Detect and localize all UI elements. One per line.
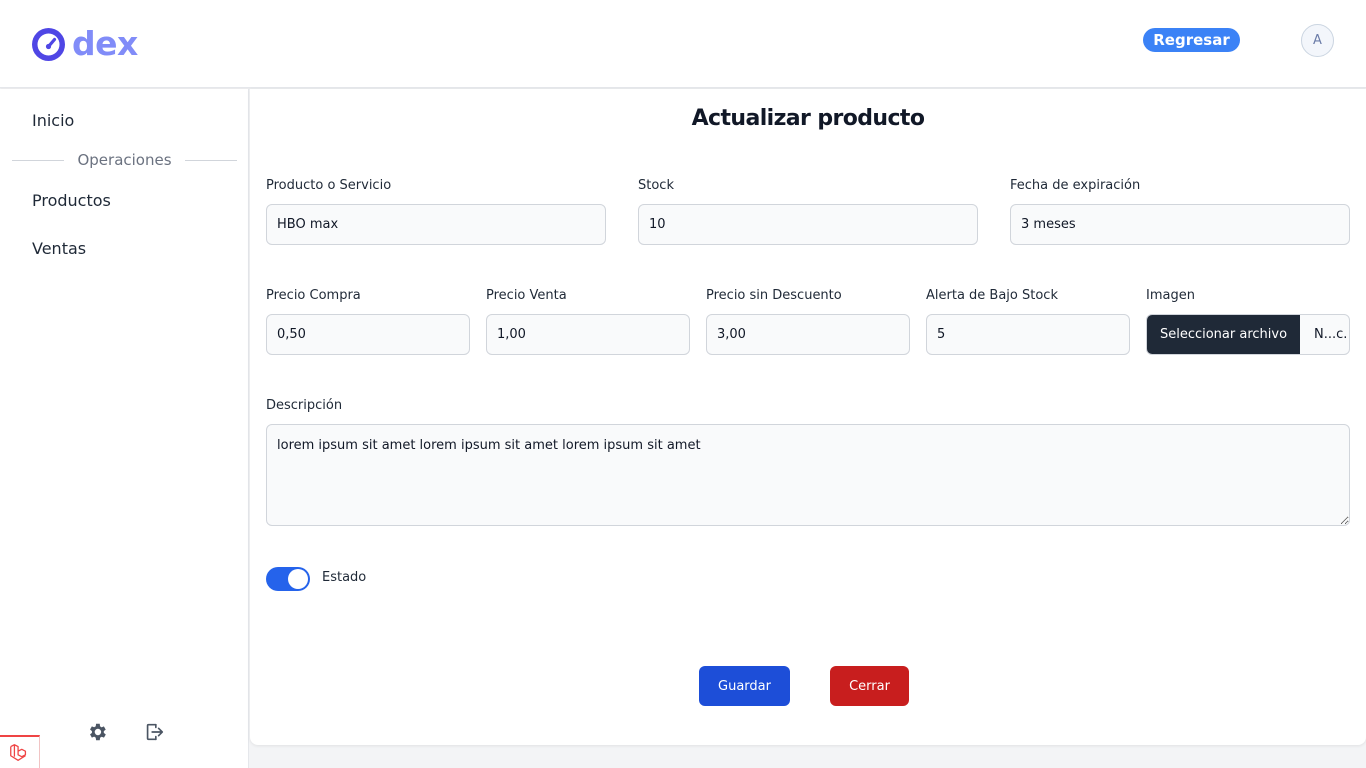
avatar[interactable]: A <box>1301 24 1334 57</box>
gauge-icon <box>32 27 65 61</box>
select-file-button[interactable]: Seleccionar archivo <box>1147 315 1300 354</box>
sidebar-item-ventas[interactable]: Ventas <box>32 239 86 258</box>
sell-price-label: Precio Venta <box>486 288 567 303</box>
description-textarea[interactable]: lorem ipsum sit amet lorem ipsum sit ame… <box>266 424 1350 526</box>
back-button[interactable]: Regresar <box>1143 28 1240 52</box>
expiration-label: Fecha de expiración <box>1010 178 1141 193</box>
sidebar: Inicio Operaciones Productos Ventas <box>0 89 249 768</box>
logout-icon[interactable] <box>143 721 165 743</box>
description-label: Descripción <box>266 398 343 413</box>
list-price-label: Precio sin Descuento <box>706 288 842 303</box>
product-input[interactable] <box>266 204 606 245</box>
stock-label: Stock <box>638 178 674 193</box>
top-header: dex Regresar A <box>0 0 1366 88</box>
toggle-knob <box>288 569 308 589</box>
product-form-card: Actualizar producto Producto o Servicio … <box>250 89 1366 745</box>
image-file-input[interactable]: Seleccionar archivo N...c. <box>1146 314 1350 355</box>
laravel-icon <box>10 744 27 761</box>
section-divider <box>185 160 237 161</box>
sidebar-section-operaciones: Operaciones <box>12 151 237 171</box>
app-logo[interactable]: dex <box>32 26 138 62</box>
stock-input[interactable] <box>638 204 978 245</box>
sell-price-input[interactable] <box>486 314 690 355</box>
page-title: Actualizar producto <box>691 106 925 131</box>
buy-price-input[interactable] <box>266 314 470 355</box>
gear-icon[interactable] <box>86 721 108 743</box>
logo-text: dex <box>72 24 138 63</box>
low-stock-label: Alerta de Bajo Stock <box>926 288 1058 303</box>
status-label: Estado <box>322 570 367 585</box>
image-label: Imagen <box>1146 288 1195 303</box>
buy-price-label: Precio Compra <box>266 288 361 303</box>
close-button[interactable]: Cerrar <box>830 666 909 706</box>
sidebar-item-productos[interactable]: Productos <box>32 191 111 210</box>
save-button[interactable]: Guardar <box>699 666 790 706</box>
status-toggle[interactable] <box>266 567 310 591</box>
selected-file-name: N...c. <box>1314 327 1348 342</box>
laravel-debugbar-badge[interactable] <box>0 735 40 768</box>
expiration-input[interactable] <box>1010 204 1350 245</box>
list-price-input[interactable] <box>706 314 910 355</box>
low-stock-input[interactable] <box>926 314 1130 355</box>
product-label: Producto o Servicio <box>266 178 392 193</box>
sidebar-item-inicio[interactable]: Inicio <box>32 111 74 130</box>
